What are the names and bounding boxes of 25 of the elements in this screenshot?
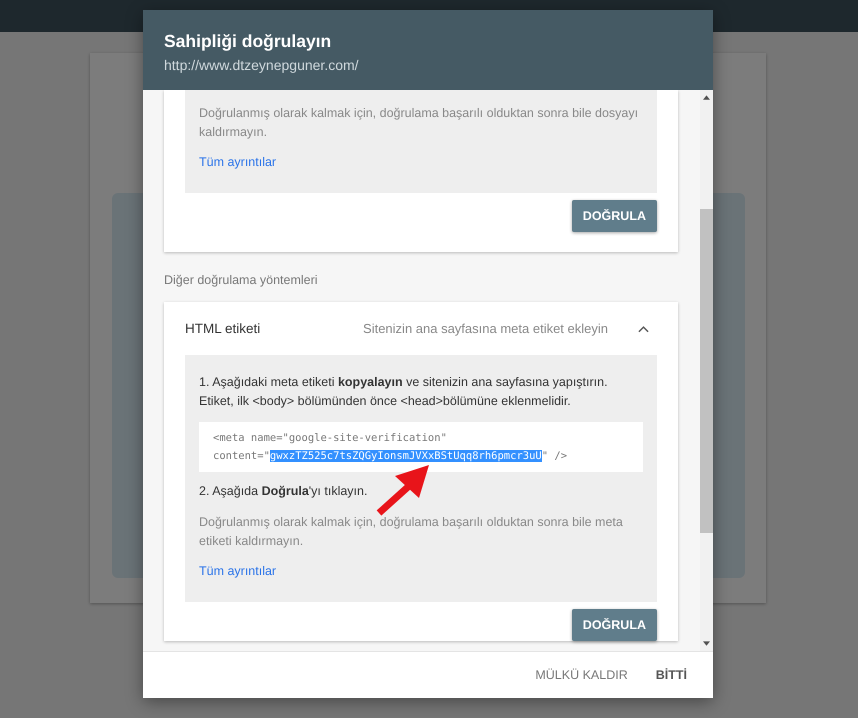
remove-property-button[interactable]: MÜLKÜ KALDIR bbox=[523, 662, 640, 688]
scroll-up-icon[interactable] bbox=[703, 95, 710, 100]
verify-button[interactable]: DOĞRULA bbox=[572, 200, 657, 232]
verify-button[interactable]: DOĞRULA bbox=[572, 609, 657, 641]
section-label: Diğer doğrulama yöntemleri bbox=[164, 273, 319, 287]
step-text: 1. Aşağıdaki meta etiketi kopyalayın ve sitenizin ana sayfasına yapıştırın. Etiket, ilk <body> bölümünden önce <head>bölümüne eklenmelidir. bbox=[199, 374, 609, 410]
step-text: 2. Aşağıda Doğrula'yı tıklayın. bbox=[199, 483, 368, 500]
note-text: Doğrulanmış olarak kalmak için, doğrulama başarılı olduktan sonra bile meta etiketi kaldırmayın. bbox=[199, 514, 624, 550]
site-url: http://www.dtzeynepguner.com/ bbox=[164, 57, 360, 73]
details-link[interactable]: Tüm ayrıntılar bbox=[199, 564, 276, 578]
scrollbar[interactable] bbox=[700, 90, 713, 651]
code-text: content=" bbox=[213, 450, 270, 462]
scrollbar-thumb[interactable] bbox=[700, 209, 713, 533]
done-button[interactable]: BİTTİ bbox=[644, 662, 699, 688]
method-description: Sitenizin ana sayfasına meta etiket ekleyin bbox=[363, 321, 608, 336]
dialog-title: Sahipliği doğrulayın bbox=[164, 31, 332, 52]
code-text: " /> bbox=[542, 450, 568, 462]
method-title: HTML etiketi bbox=[185, 321, 260, 336]
arrow-annotation bbox=[375, 462, 431, 516]
scroll-down-icon[interactable] bbox=[703, 641, 710, 646]
chevron-up-icon[interactable] bbox=[638, 324, 649, 332]
details-link[interactable]: Tüm ayrıntılar bbox=[199, 155, 276, 169]
code-line: <meta name="google-site-verification" bbox=[213, 431, 448, 446]
verification-token: gwxzTZ525c7tsZQGyIonsmJVXxBStUqq8rh6pmcr3uU bbox=[270, 450, 542, 462]
note-text: Doğrulanmış olarak kalmak için, doğrulama başarılı olduktan sonra bile dosyayı kaldırmayın. bbox=[199, 105, 640, 141]
